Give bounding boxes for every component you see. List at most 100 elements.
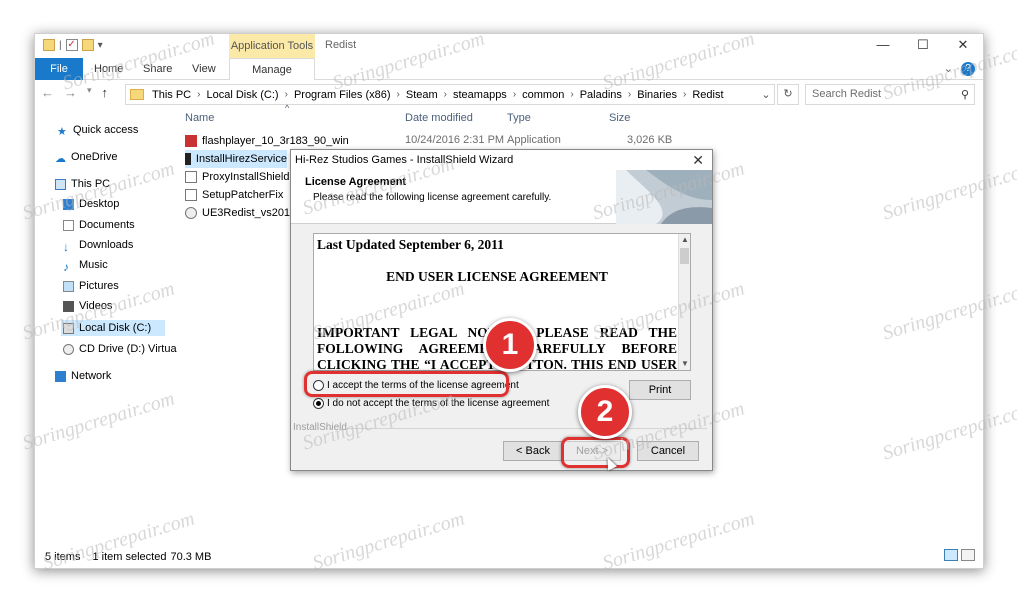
sidebar-item-this-pc[interactable]: This PC (55, 178, 110, 190)
navigation-pane: ★ Quick access ☁ OneDrive This PC Deskto… (35, 108, 177, 548)
up-arrow-icon[interactable]: ↑ (102, 85, 109, 100)
status-bar: 5 items 1 item selected 70.3 MB (45, 551, 211, 563)
sidebar-item-label: Network (71, 370, 112, 382)
document-icon (63, 219, 74, 231)
scroll-down-icon[interactable]: ▼ (679, 358, 690, 370)
sidebar-item-desktop[interactable]: Desktop (63, 198, 119, 210)
dialog-header: License Agreement Please read the follow… (291, 170, 712, 224)
customize-icon[interactable]: ▾ (98, 40, 103, 51)
sidebar-item-cd-drive[interactable]: CD Drive (D:) Virtua (63, 343, 177, 355)
large-icons-view-icon[interactable] (961, 549, 975, 561)
tab-file[interactable]: File (35, 58, 83, 80)
tab-share[interactable]: Share (143, 58, 172, 80)
cancel-button[interactable]: Cancel (637, 441, 699, 461)
breadcrumb-steam[interactable]: Steam (406, 89, 438, 101)
eula-scrollbar[interactable]: ▲ ▼ (678, 234, 690, 370)
refresh-icon[interactable]: ↻ (777, 84, 799, 105)
column-type[interactable]: Type (507, 112, 531, 124)
sidebar-item-label: Documents (79, 219, 135, 231)
breadcrumb-steamapps[interactable]: steamapps (453, 89, 507, 101)
breadcrumb-common[interactable]: common (522, 89, 564, 101)
sidebar-item-music[interactable]: ♪ Music (63, 259, 108, 274)
folder-icon (130, 89, 144, 100)
sidebar-item-documents[interactable]: Documents (63, 219, 135, 231)
ribbon-tabs: File Home Share View Manage ⌄ ? (35, 58, 983, 80)
quick-access-toolbar: | ✓ ▾ (43, 39, 103, 51)
file-row[interactable]: ProxyInstallShield (185, 168, 289, 186)
folder-icon[interactable] (43, 39, 55, 51)
file-icon (185, 189, 197, 201)
breadcrumb-paladins[interactable]: Paladins (580, 89, 622, 101)
scroll-thumb[interactable] (680, 248, 689, 264)
nav-buttons: ← → ▾ ↑ (41, 85, 108, 100)
breadcrumb-separator: › (570, 89, 574, 100)
help-icon[interactable]: ? (961, 62, 975, 76)
context-tab-application-tools: Application Tools (229, 34, 315, 58)
sidebar-item-local-disk[interactable]: Local Disk (C:) (61, 320, 165, 336)
back-arrow-icon[interactable]: ← (41, 85, 54, 100)
video-icon (63, 300, 74, 312)
breadcrumb-binaries[interactable]: Binaries (637, 89, 677, 101)
download-icon: ↓ (63, 239, 69, 254)
minimize-button[interactable]: — (863, 34, 903, 58)
recent-chevron-icon[interactable]: ▾ (87, 85, 92, 100)
ribbon-controls: ⌄ ? (944, 62, 975, 76)
file-row[interactable]: SetupPatcherFix (185, 186, 283, 204)
banner-graphic-icon (616, 170, 712, 224)
step-2-badge: 2 (578, 385, 632, 439)
column-size[interactable]: Size (609, 112, 630, 124)
address-dropdown-icon[interactable]: ⌄ (758, 88, 774, 101)
file-name: InstallHirezService (195, 153, 287, 165)
tab-manage[interactable]: Manage (229, 58, 315, 80)
scroll-up-icon[interactable]: ▲ (679, 234, 690, 246)
back-button[interactable]: < Back (503, 441, 563, 461)
sidebar-item-label: Downloads (79, 239, 134, 251)
new-folder-icon[interactable] (81, 39, 94, 51)
decline-radio-option[interactable]: I do not accept the terms of the license… (313, 398, 549, 409)
sidebar-item-downloads[interactable]: ↓ Downloads (63, 239, 134, 254)
details-view-icon[interactable] (944, 549, 958, 561)
search-icon: ⚲ (960, 89, 969, 101)
breadcrumb-program-files[interactable]: Program Files (x86) (294, 89, 391, 101)
star-icon: ★ (57, 125, 67, 138)
file-row[interactable]: flashplayer_10_3r183_90_win (185, 132, 349, 150)
column-name[interactable]: Name (185, 112, 214, 124)
sidebar-item-network[interactable]: Network (55, 370, 111, 382)
properties-icon[interactable]: ✓ (65, 39, 78, 51)
chevron-down-icon[interactable]: ⌄ (944, 62, 953, 76)
close-button[interactable]: ✕ (943, 34, 983, 58)
sidebar-item-onedrive[interactable]: ☁ OneDrive (55, 151, 117, 165)
file-date: 10/24/2016 2:31 PM (405, 134, 505, 146)
eula-title: END USER LICENSE AGREEMENT (386, 269, 608, 284)
banner-art (616, 170, 712, 224)
sidebar-item-quick-access[interactable]: ★ Quick access (57, 124, 138, 138)
toolbar-separator: | (59, 39, 62, 51)
file-icon (185, 171, 197, 183)
address-bar[interactable]: This PC › Local Disk (C:) › Program Files … (125, 84, 775, 105)
breadcrumb-this-pc[interactable]: This PC (152, 89, 191, 101)
view-buttons (944, 549, 975, 561)
forward-arrow-icon[interactable]: → (64, 85, 77, 100)
file-name: UE3Redist_vs2012 (202, 207, 297, 219)
breadcrumb-redist[interactable]: Redist (692, 89, 723, 101)
status-item-count: 5 items (45, 551, 81, 563)
file-row[interactable]: UE3Redist_vs2012 (185, 204, 296, 222)
breadcrumb-separator: › (512, 89, 517, 100)
installer-icon (185, 207, 197, 219)
sidebar-item-videos[interactable]: Videos (63, 300, 112, 312)
print-button[interactable]: Print (629, 380, 691, 400)
maximize-button[interactable]: ☐ (903, 34, 943, 58)
computer-icon (55, 178, 66, 190)
drive-icon (63, 322, 74, 334)
tab-view[interactable]: View (192, 58, 216, 80)
sidebar-item-pictures[interactable]: Pictures (63, 280, 119, 292)
tab-home[interactable]: Home (94, 58, 123, 80)
column-date-modified[interactable]: Date modified (405, 112, 473, 124)
sidebar-item-label: CD Drive (D:) Virtua (79, 343, 177, 355)
breadcrumb-separator: › (396, 89, 400, 100)
search-input[interactable]: Search Redist ⚲ (805, 84, 975, 105)
close-icon[interactable]: ✕ (692, 150, 704, 170)
decline-radio[interactable] (313, 398, 324, 409)
breadcrumb-local-disk[interactable]: Local Disk (C:) (206, 89, 278, 101)
file-row[interactable]: InstallHirezService (185, 150, 287, 168)
